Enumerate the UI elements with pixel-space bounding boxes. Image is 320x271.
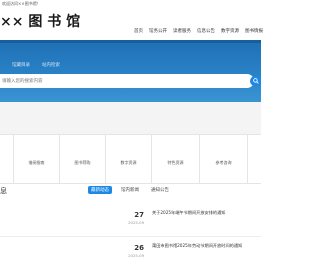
hero-banner bbox=[0, 40, 261, 102]
news-month: 2025-09 bbox=[128, 253, 144, 258]
search-tab-catalog[interactable]: 馆藏目录 bbox=[12, 62, 30, 68]
search-button[interactable] bbox=[250, 76, 261, 86]
service-grid: 借阅指南 图书荐购 数字资源 特色资源 参考咨询 bbox=[0, 134, 261, 184]
banner-top-strip bbox=[0, 40, 261, 43]
search-input[interactable] bbox=[2, 77, 232, 85]
service-item-digital-resources[interactable]: 数字资源 bbox=[106, 135, 152, 183]
nav-item-notices[interactable]: 信息公告 bbox=[197, 28, 215, 35]
service-item-reference[interactable]: 参考咨询 bbox=[200, 135, 248, 183]
service-label: 数字资源 bbox=[120, 160, 137, 165]
news-day: 27 bbox=[134, 211, 144, 219]
service-label: 参考咨询 bbox=[215, 160, 232, 165]
news-item[interactable]: 26 2025-09 莆田市图书馆2025年劳动节期间开放时间的通知 bbox=[0, 242, 261, 270]
news-month: 2025-09 bbox=[128, 220, 144, 225]
service-label: 借阅指南 bbox=[28, 160, 45, 165]
news-title[interactable]: 莆田市图书馆2025年劳动节期间开放时间的通知 bbox=[152, 243, 260, 249]
service-item-blank[interactable] bbox=[0, 135, 14, 183]
news-item[interactable]: 27 2025-09 关于2025年端午节期间开放安排的通知 bbox=[0, 208, 261, 236]
tab-notices[interactable]: 通知公告 bbox=[148, 186, 172, 194]
nav-item-digital-resources[interactable]: 数字资源 bbox=[221, 28, 239, 35]
main-nav: 首页 馆务公开 读者服务 信息公告 数字资源 图书情报 bbox=[134, 28, 263, 35]
service-label: 图书荐购 bbox=[74, 160, 91, 165]
nav-item-reader-service[interactable]: 读者服务 bbox=[173, 28, 191, 35]
news-divider bbox=[0, 236, 261, 237]
news-day: 26 bbox=[134, 244, 144, 252]
nav-item-info[interactable]: 图书情报 bbox=[245, 28, 263, 35]
section-title: 息 bbox=[0, 187, 7, 195]
service-item-book-recommend[interactable]: 图书荐购 bbox=[60, 135, 106, 183]
news-tabs: 最新动态 馆内新闻 通知公告 bbox=[88, 186, 172, 194]
content-band bbox=[0, 102, 261, 134]
tab-latest[interactable]: 最新动态 bbox=[88, 186, 112, 194]
service-item-borrowing-guide[interactable]: 借阅指南 bbox=[14, 135, 60, 183]
tab-library-news[interactable]: 馆内新闻 bbox=[118, 186, 142, 194]
news-title[interactable]: 关于2025年端午节期间开放安排的通知 bbox=[152, 210, 260, 216]
search-tab-site[interactable]: 站内检索 bbox=[42, 62, 60, 68]
service-item-special-resources[interactable]: 特色资源 bbox=[152, 135, 200, 183]
search-icon bbox=[252, 78, 259, 84]
site-logo[interactable]: ×× 图 书 馆 bbox=[0, 11, 80, 31]
nav-item-affairs[interactable]: 馆务公开 bbox=[149, 28, 167, 35]
service-label: 特色资源 bbox=[167, 160, 184, 165]
nav-item-home[interactable]: 首页 bbox=[134, 28, 143, 35]
welcome-text: 欢迎访问××图书馆！ bbox=[2, 1, 41, 6]
